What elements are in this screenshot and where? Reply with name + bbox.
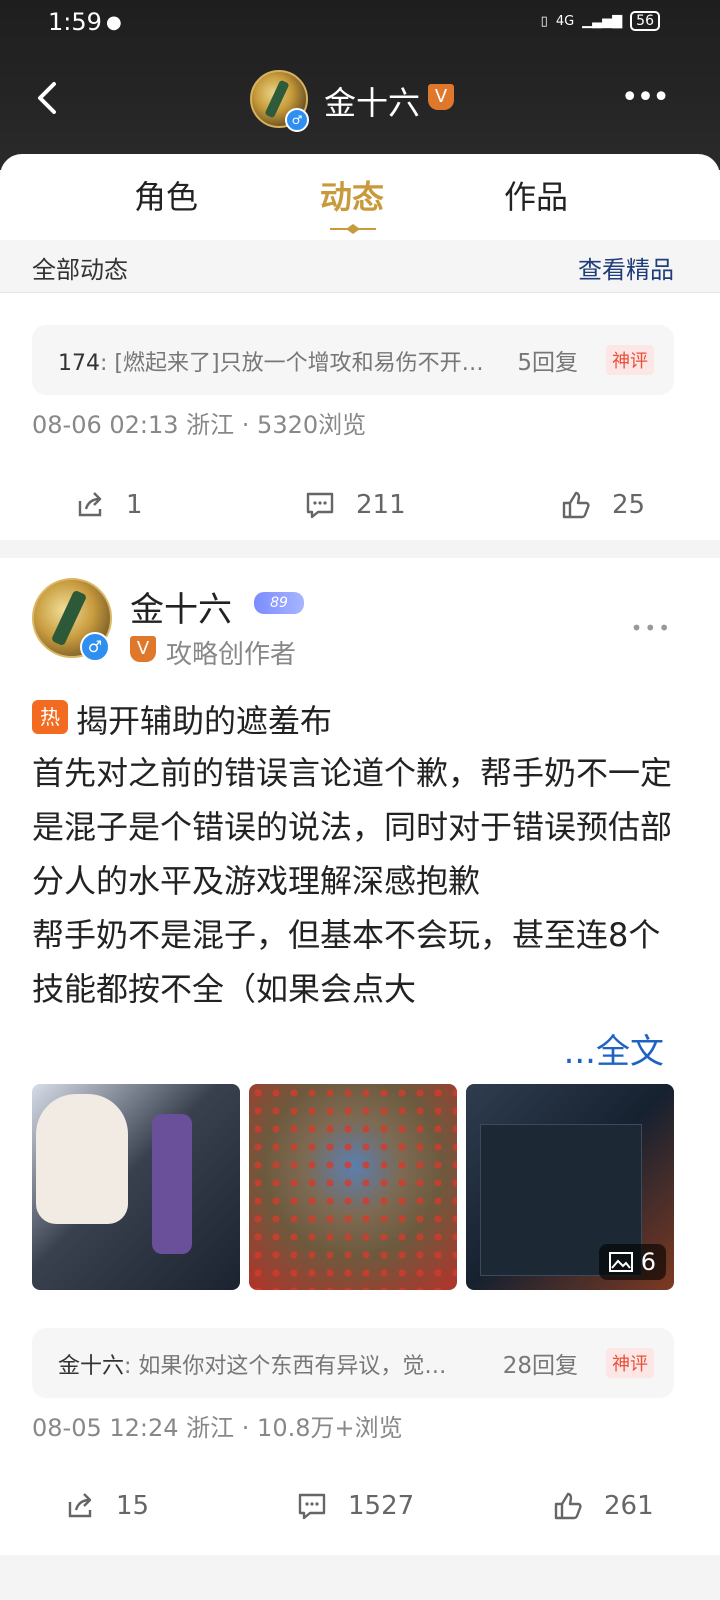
comment-count: 211 [356, 490, 406, 520]
photo-count: 6 [640, 1248, 656, 1276]
top-comment-badge: 神评 [606, 1348, 654, 1378]
tab-role[interactable]: 角色 [134, 172, 198, 218]
male-icon: ♂ [285, 108, 309, 132]
reply-count: 28回复 [502, 1353, 578, 1379]
post-card: 174: [燃起来了]只放一个增攻和易伤不开… 5回复 神评 08-06 02:… [0, 293, 720, 540]
network-label: 4G [555, 13, 575, 29]
all-feed-label[interactable]: 全部动态 [32, 250, 128, 285]
level-badge: 89 [254, 592, 304, 614]
battery-indicator: 56 [630, 11, 660, 31]
top-reply-box[interactable]: 金十六: 如果你对这个东西有异议，觉… 28回复 神评 [32, 1328, 674, 1398]
reply-content: : 如果你对这个东西有异议，觉… [124, 1354, 447, 1379]
more-horizontal-icon[interactable]: ••• [631, 616, 672, 640]
verified-badge-icon: V [130, 636, 156, 662]
chevron-left-icon[interactable] [28, 78, 68, 118]
author-role: 攻略创作者 [166, 640, 297, 670]
image-icon [608, 1252, 633, 1272]
like-count: 261 [604, 1491, 654, 1521]
card-divider [0, 540, 720, 558]
top-reply-text: 174: [燃起来了]只放一个增攻和易伤不开… [58, 345, 484, 377]
author-name[interactable]: 金十六 [130, 582, 232, 631]
reply-author: 174 [58, 351, 100, 376]
post-image[interactable] [249, 1084, 457, 1290]
header-title: 金十六 [324, 84, 421, 122]
post-image[interactable]: 6 [466, 1084, 674, 1290]
feed-filter-bar: 全部动态 查看精品 [0, 240, 720, 293]
thumbs-up-icon [562, 491, 590, 519]
share-icon [68, 1493, 92, 1518]
full-text-link[interactable]: ...全文 [555, 1024, 664, 1073]
status-bar: 1:59 ● ▯ 4G ▁▃▅▇ 56 [0, 8, 720, 38]
top-comment-badge: 神评 [606, 345, 654, 375]
hot-tag: 热 [32, 700, 68, 734]
reply-count: 5回复 [517, 350, 578, 376]
reply-content: : [燃起来了]只放一个增攻和易伤不开… [100, 351, 484, 376]
share-count: 1 [126, 490, 143, 520]
comment-icon [306, 492, 334, 519]
verified-badge-icon: V [428, 84, 454, 110]
like-button[interactable]: 261 [552, 1490, 654, 1522]
like-count: 25 [612, 490, 646, 520]
male-icon: ♂ [80, 632, 110, 662]
reply-author: 金十六 [58, 1354, 125, 1379]
share-button[interactable]: 15 [64, 1490, 149, 1522]
comment-button[interactable]: 211 [304, 489, 406, 521]
tab-feed[interactable]: 动态 [320, 172, 384, 218]
tab-works[interactable]: 作品 [504, 172, 568, 218]
profile-header: 1:59 ● ▯ 4G ▁▃▅▇ 56 ♂ 金十六 V ••• [0, 0, 720, 170]
share-count: 15 [116, 1491, 150, 1521]
top-reply-box[interactable]: 174: [燃起来了]只放一个增攻和易伤不开… 5回复 神评 [32, 325, 674, 395]
comment-count: 1527 [348, 1491, 415, 1521]
signal-icon: ▁▃▅▇ [582, 13, 623, 29]
comment-icon [298, 1493, 326, 1520]
post-meta: 08-05 12:24 浙江 · 10.8万+浏览 [32, 1414, 403, 1442]
post-body-text: 首先对之前的错误言论道个歉，帮手奶不一定是混子是个错误的说法，同时对于错误预估部… [32, 754, 673, 1008]
post-title[interactable]: 揭开辅助的遮羞布 [76, 696, 332, 742]
top-reply-text: 金十六: 如果你对这个东西有异议，觉… [58, 1348, 446, 1380]
like-button[interactable]: 25 [560, 489, 645, 521]
tab-bar: 角色 动态 作品 [0, 154, 720, 240]
share-icon [78, 492, 102, 517]
photo-count-badge: 6 [598, 1244, 666, 1280]
post-body[interactable]: 首先对之前的错误言论道个歉，帮手奶不一定是混子是个错误的说法，同时对于错误预估部… [32, 746, 682, 1016]
status-time: 1:59 [48, 8, 102, 36]
card-divider [0, 1555, 720, 1600]
share-button[interactable]: 1 [74, 489, 143, 521]
comment-button[interactable]: 1527 [296, 1490, 414, 1522]
post-image[interactable] [32, 1084, 240, 1290]
active-tab-indicator [330, 224, 376, 234]
post-meta: 08-06 02:13 浙江 · 5320浏览 [32, 411, 367, 439]
view-featured-link[interactable]: 查看精品 [578, 250, 674, 285]
status-icons: ▯ 4G ▁▃▅▇ 56 [541, 11, 660, 31]
more-horizontal-icon[interactable]: ••• [621, 83, 670, 113]
vibrate-icon: ▯ [540, 13, 548, 29]
wechat-icon: ● [106, 12, 122, 33]
thumbs-up-icon [554, 1492, 582, 1520]
